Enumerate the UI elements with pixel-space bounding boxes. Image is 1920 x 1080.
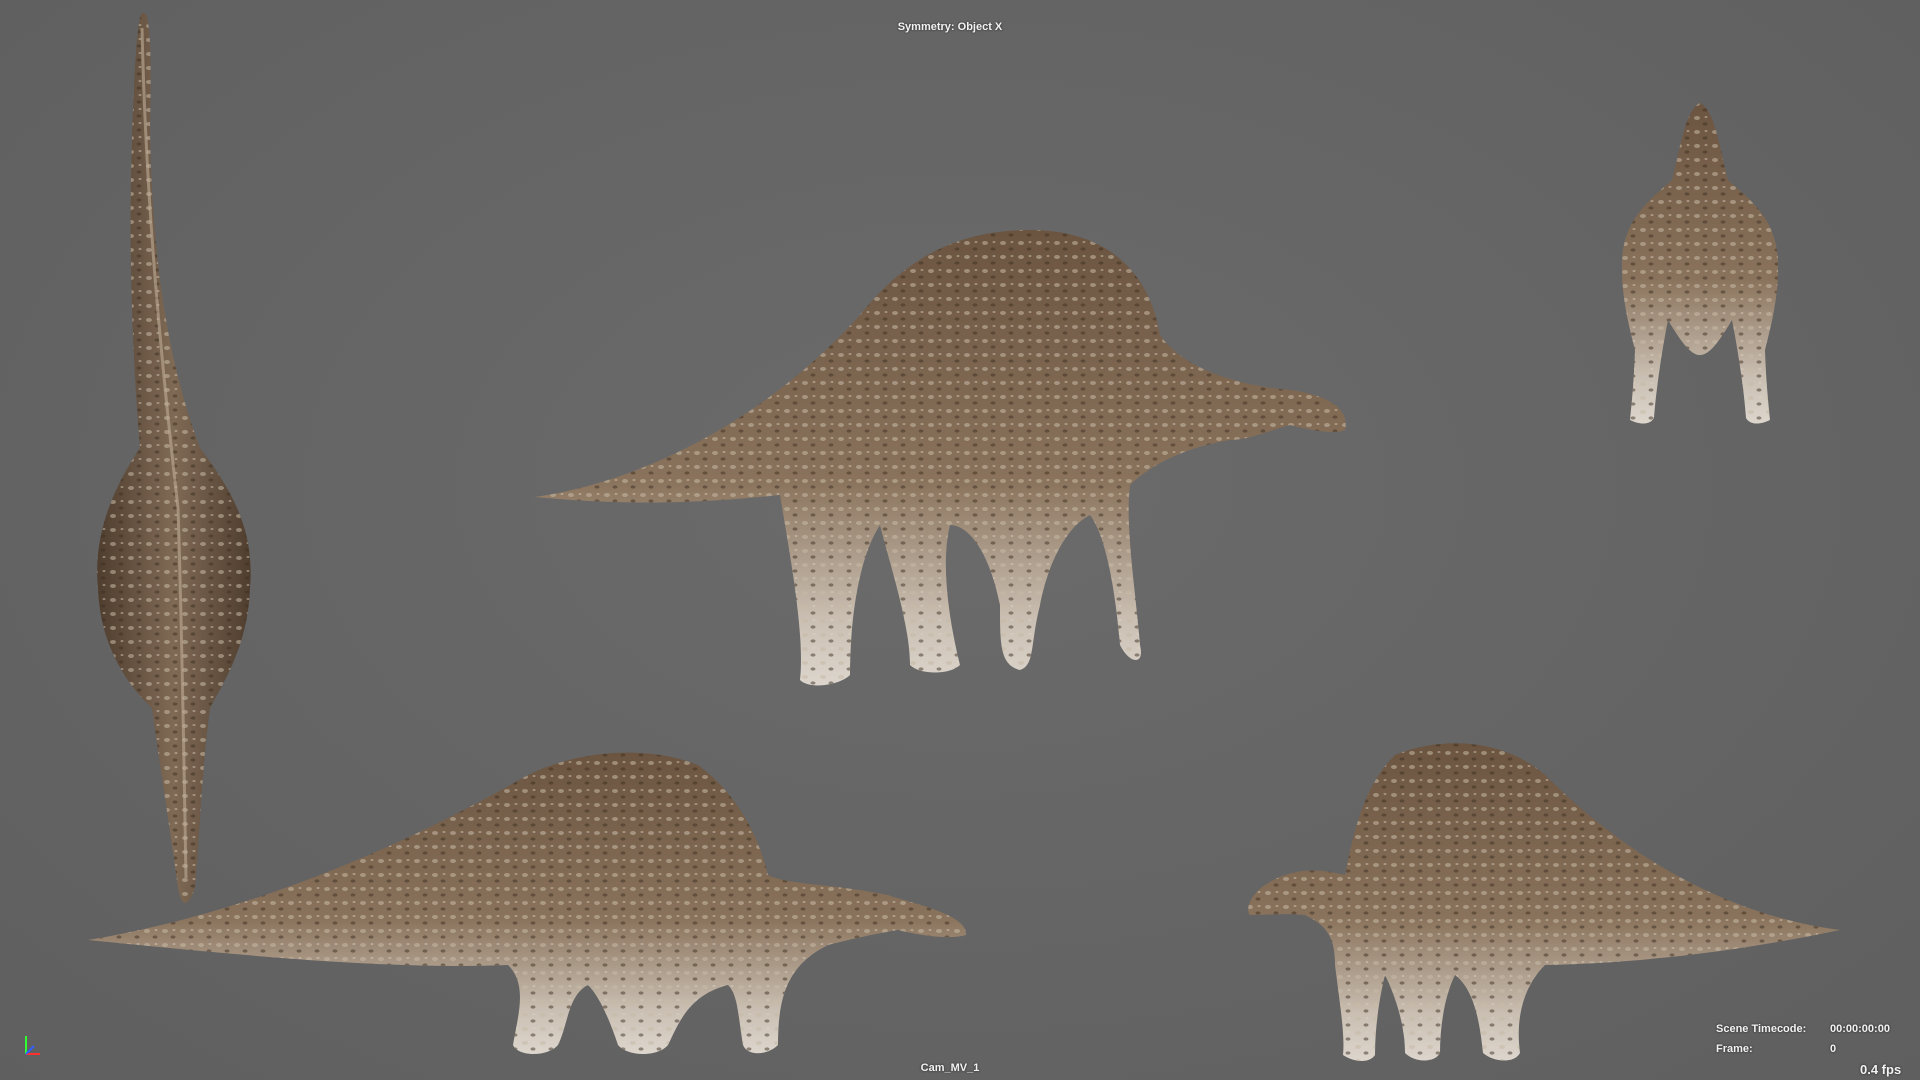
perspective-view-model[interactable] bbox=[530, 225, 1400, 725]
scene-timecode-label: Scene Timecode: bbox=[1716, 1023, 1807, 1035]
scene-timecode-value: 00:00:00:00 bbox=[1830, 1023, 1890, 1035]
z-axis-line bbox=[25, 1045, 35, 1055]
frame-value: 0 bbox=[1830, 1043, 1837, 1055]
side-view-right-model[interactable] bbox=[1245, 735, 1840, 1065]
camera-name: Cam_MV_1 bbox=[920, 1062, 980, 1074]
fps-counter: 0.4 fps bbox=[1860, 1062, 1902, 1077]
frame-label: Frame: bbox=[1716, 1043, 1753, 1055]
axis-gizmo-icon bbox=[25, 1036, 40, 1055]
side-view-left-model[interactable] bbox=[88, 745, 968, 1065]
symmetry-status: Symmetry: Object X bbox=[897, 21, 1003, 33]
front-view-model[interactable] bbox=[1620, 100, 1780, 430]
viewport[interactable]: Symmetry: Object X Cam_MV_1 Scene Timeco… bbox=[0, 0, 1920, 1080]
